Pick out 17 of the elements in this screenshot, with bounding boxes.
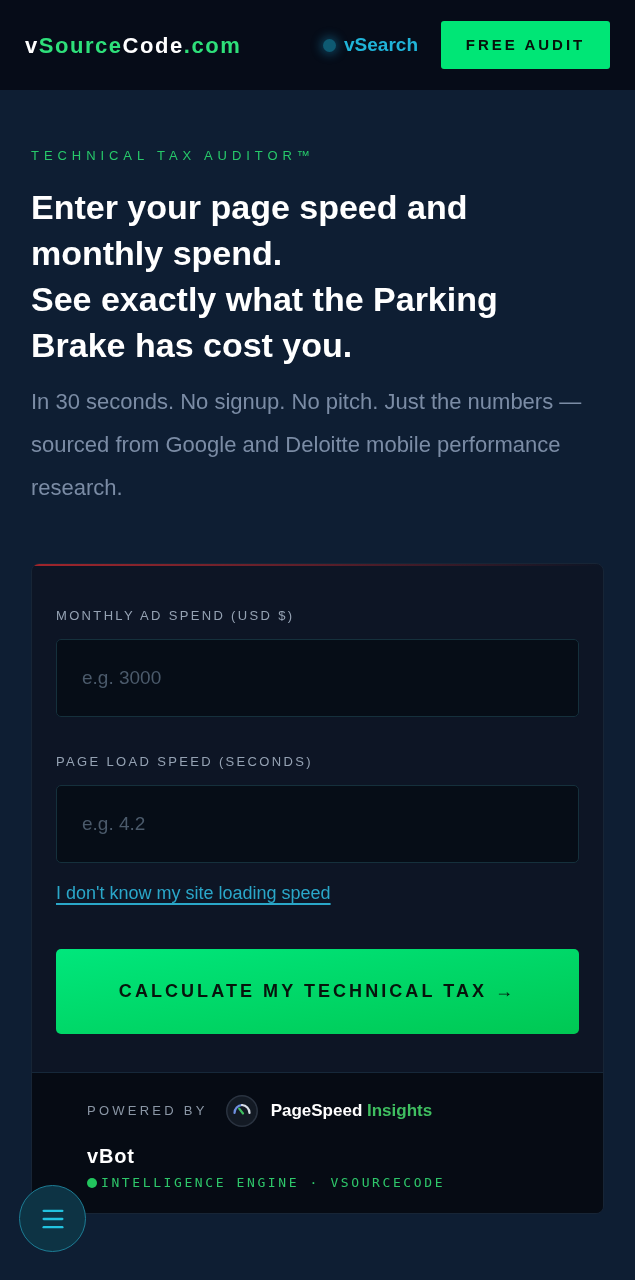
free-audit-button[interactable]: FREE AUDIT [441,21,610,69]
calculate-button[interactable]: CALCULATE MY TECHNICAL TAX → [56,949,579,1034]
input-field[interactable]: e.g. 4.2 [56,785,579,863]
input-field[interactable]: e.g. 3000 [56,639,579,717]
page-headline: Enter your page speed and monthly spend. See exactly what the Parking Brake has cost you. [31,187,499,366]
speedometer-icon [225,1095,258,1127]
intro-paragraph: In 30 seconds. No signup. No pitch. Just the numbers — sourced from Google and Deloitte mobile performance research. [31,388,583,502]
field-label: MONTHLY AD SPEND (USD $) [56,608,295,624]
field-label: PAGE LOAD SPEED (SECONDS) [56,754,313,770]
vsearch-link[interactable]: vSearch [344,30,418,60]
powered-by-label: POWERED BY [87,1102,208,1121]
bot-tagline: INTELLIGENCE ENGINE · VSOURCECODE [101,1174,446,1192]
site-logo[interactable]: vSourceCode.com [25,28,242,62]
product-name: PageSpeed Insights [270,1100,433,1123]
bot-name: vBot [87,1144,135,1169]
eyebrow-label: TECHNICAL TAX AUDITOR™ [31,148,315,164]
loading-speed-help-link[interactable]: I don't know my site loading speed [56,881,331,905]
